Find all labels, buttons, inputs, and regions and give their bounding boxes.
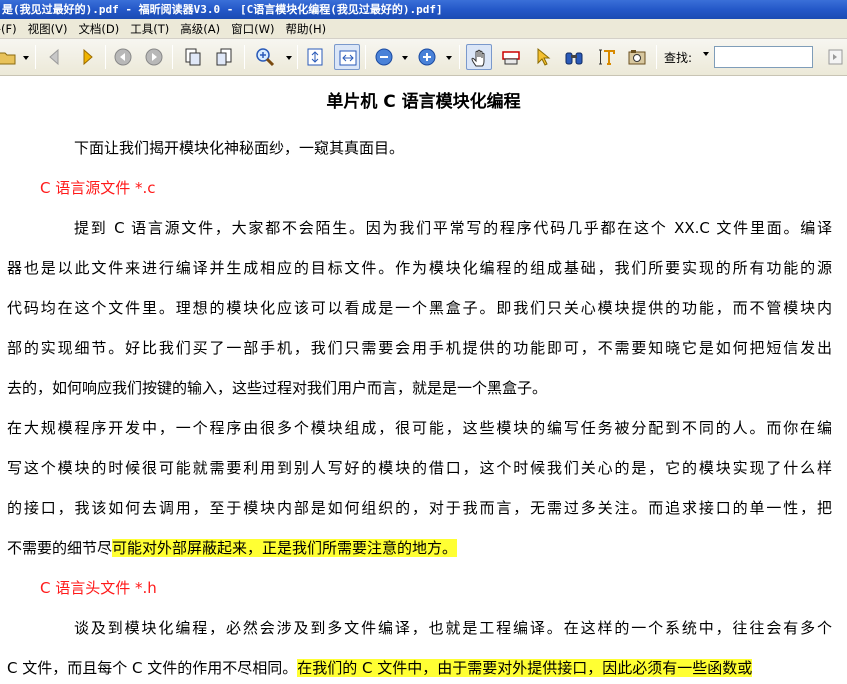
prev-page-button[interactable] [110,44,136,70]
paragraph-line: 写这个模块的时候很可能就需要利用到别人写好的模块的借口，这个时候我们关心的是，它… [7,459,832,477]
menu-bar: 文件(F) 视图(V) 文档(D) 工具(T) 高级(A) 窗口(W) 帮助(H… [0,19,847,39]
window-title-bar: 是(我见过最好的).pdf - 福昕阅读器V3.0 - [C语言模块化编程(我见… [0,0,847,19]
snapshot-icon [628,50,646,65]
hand-tool-icon [471,49,485,67]
paragraph-line: 代码均在这个文件里。理想的模块化应该可以看成是一个黑盒子。即我们只关心模块提供的… [7,299,832,317]
zoom-tool-dropdown-arrow[interactable] [286,56,292,60]
find-next-icon [828,49,843,65]
menu-document[interactable]: 文档(D) [73,19,125,39]
toolbar-separator [172,45,173,69]
zoom-out-dropdown-arrow[interactable] [402,56,408,60]
toolbar-separator [459,45,460,69]
find-label: 查找: [664,51,693,65]
copy-page-button[interactable] [180,44,206,70]
prev-page-icon [114,48,132,66]
highlighted-text: 可能对外部屏蔽起来，正是我们所需要注意的地方。 [112,539,458,557]
menu-file[interactable]: 文件(F) [0,19,23,39]
snapshot-button[interactable] [624,44,650,70]
open-dropdown-arrow[interactable] [23,56,29,60]
fit-width-icon [339,50,357,66]
paragraph-line: 提到 C 语言源文件，大家都不会陌生。因为我们平常写的程序代码几乎都在这个 XX… [74,219,832,237]
paste-page-button[interactable] [212,44,238,70]
select-tool-button[interactable] [530,44,556,70]
paste-page-icon [216,48,232,66]
text-select-icon [599,49,615,65]
paragraph-line: 去的，如何响应我们按键的输入，这些过程对我们用户而言，就是是一个黑盒子。 [7,379,548,397]
zoom-in-tool-icon [256,48,275,67]
paragraph-line: 器也是以此文件来进行编译并生成相应的目标文件。作为模块化编程的组成基础，我们所要… [7,259,832,277]
section-heading-c-header: C 语言头文件 *.h [40,579,157,597]
paragraph-line: 部的实现细节。好比我们买了一部手机，我们只需要会用手机提供的功能即可，不需要知晓… [7,339,832,357]
toolbar-separator [297,45,298,69]
document-title: 单片机 C 语言模块化编程 [326,92,521,112]
find-binoculars-button[interactable] [561,44,587,70]
toolbar-separator [35,45,36,69]
toolbar-separator [105,45,106,69]
binoculars-icon [565,52,583,65]
toolbar: 查找: [0,39,847,76]
toolbar-separator [365,45,366,69]
copy-page-icon [185,48,201,66]
next-page-button[interactable] [141,44,167,70]
find-options-dropdown-arrow[interactable] [703,52,709,56]
paragraph-line: C 文件，而且每个 C 文件的作用不尽相同。在我们的 C 文件中，由于需要对外提… [7,657,753,679]
fit-page-icon [307,48,323,66]
paragraph-text: C 文件，而且每个 C 文件的作用不尽相同。 [7,659,298,677]
paragraph-line: 在大规模程序开发中，一个程序由很多个模块组成，很可能，这些模块的编写任务被分配到… [7,419,832,437]
paragraph-line: 下面让我们揭开模块化神秘面纱，一窥其真面目。 [74,139,405,157]
typewriter-button[interactable] [498,44,524,70]
paragraph-line: 谈及到模块化编程，必然会涉及到多文件编译，也就是工程编译。在这样的一个系统中，往… [74,619,832,637]
hand-tool-button[interactable] [466,44,492,70]
paragraph-line: 的接口，我该如何去调用，至于模块内部是如何组织的，对于我而言，无需过多关注。而追… [7,499,832,517]
text-select-button[interactable] [593,44,619,70]
toolbar-separator [656,45,657,69]
open-button[interactable] [0,44,20,70]
zoom-in-button[interactable] [414,44,440,70]
highlighted-text: 在我们的 C 文件中，由于需要对外提供接口，因此必须有一些函数或 [297,659,753,677]
zoom-in-dropdown-arrow[interactable] [446,56,452,60]
menu-help[interactable]: 帮助(H) [280,19,332,39]
select-tool-icon [537,47,551,66]
zoom-out-button[interactable] [371,44,397,70]
document-page[interactable]: 单片机 C 语言模块化编程 下面让我们揭开模块化神秘面纱，一窥其真面目。 C 语… [0,77,847,684]
menu-advanced[interactable]: 高级(A) [175,19,226,39]
paragraph-line: 不需要的细节尽可能对外部屏蔽起来，正是我们所需要注意的地方。 [7,537,458,559]
forward-button[interactable] [74,44,100,70]
section-heading-c-source: C 语言源文件 *.c [40,179,156,197]
find-input[interactable] [714,46,813,68]
menu-window[interactable]: 窗口(W) [226,19,280,39]
window-title: 是(我见过最好的).pdf - 福昕阅读器V3.0 - [C语言模块化编程(我见… [2,3,443,16]
zoom-tool-button[interactable] [252,44,278,70]
toolbar-separator [244,45,245,69]
open-icon [0,52,16,65]
typewriter-icon [502,51,520,65]
next-page-icon [145,48,163,66]
back-button[interactable] [42,44,68,70]
back-icon [49,48,59,66]
menu-tools[interactable]: 工具(T) [125,19,175,39]
forward-icon [83,48,93,66]
menu-view[interactable]: 视图(V) [23,19,74,39]
fit-width-button[interactable] [334,44,360,70]
paragraph-text: 不需要的细节尽 [7,539,113,557]
zoom-in-icon [418,48,436,66]
find-next-button[interactable] [823,44,847,70]
fit-page-button[interactable] [302,44,328,70]
zoom-out-icon [375,48,393,66]
